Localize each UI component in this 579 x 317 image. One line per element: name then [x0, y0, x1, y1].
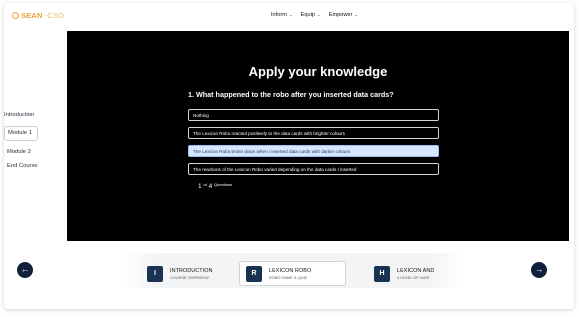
nav-item-label: Equip	[300, 12, 315, 18]
chevron-down-icon: ⌄	[316, 12, 321, 17]
chevron-down-icon: ⌄	[288, 12, 293, 17]
carousel-card-lexicon-robo[interactable]: R LEXICON ROBO ROBO GAME & QUIZ	[239, 261, 346, 286]
carousel-card-lexicon-and[interactable]: H LEXICON AND 4 LEVEL OF HATE	[374, 262, 434, 286]
brand-name-primary: SEAN	[21, 11, 43, 20]
sidebar-item-module-1[interactable]: Module 1	[4, 126, 38, 141]
sidebar-item-introduction[interactable]: Introduction	[4, 108, 64, 122]
question-of: of	[203, 182, 207, 187]
header: SEAN -CSO Inform ⌄ Equip ⌄ Empower ⌄	[4, 3, 574, 29]
brand-logo[interactable]: SEAN -CSO	[12, 11, 64, 20]
answer-option[interactable]: Nothing	[188, 109, 439, 121]
nav-item-inform[interactable]: Inform ⌄	[271, 12, 293, 18]
nav-item-label: Empower	[328, 12, 353, 18]
sidebar-item-module-2[interactable]: Module 2	[4, 145, 64, 159]
sidebar-item-end-course[interactable]: End Course	[4, 159, 64, 173]
card-badge: R	[246, 265, 262, 282]
app-frame: SEAN -CSO Inform ⌄ Equip ⌄ Empower ⌄ Int…	[4, 3, 574, 309]
answer-option-selected[interactable]: The Lexicon Robo broke down when I inser…	[188, 145, 439, 157]
card-subtitle: ROBO GAME & QUIZ	[269, 274, 308, 280]
answer-option[interactable]: The reactions of the Lexicon Robo varied…	[188, 163, 439, 175]
brand-name-secondary: -CSO	[44, 11, 65, 20]
question-suffix: Questions	[214, 182, 233, 187]
question-counter: 1 of 4 Questions	[198, 182, 233, 190]
card-badge: I	[147, 266, 163, 282]
quiz-title: Apply your knowledge	[248, 64, 388, 79]
nav-item-empower[interactable]: Empower ⌄	[329, 12, 358, 18]
question-total: 4	[208, 183, 213, 190]
quiz-question: 1. What happened to the robo after you i…	[188, 90, 394, 99]
card-title: LEXICON AND	[397, 268, 435, 274]
arrow-left-icon[interactable]: ←	[17, 262, 33, 278]
carousel-card-introduction[interactable]: I INTRODUCTION COURSE OVERVIEW	[147, 262, 213, 286]
card-title: INTRODUCTION	[170, 268, 213, 274]
card-subtitle: 4 LEVEL OF HATE	[397, 275, 430, 280]
course-sidebar: Introduction Module 1 Module 2 End Cours…	[4, 108, 64, 173]
arrow-right-icon[interactable]: →	[531, 262, 547, 278]
card-title: LEXICON ROBO	[269, 267, 312, 274]
question-current: 1	[198, 183, 202, 190]
nav-item-label: Inform	[271, 12, 287, 18]
answer-option[interactable]: The Lexicon Robo reacted positively to t…	[188, 127, 439, 139]
logo-ring-icon	[12, 12, 19, 19]
chevron-down-icon: ⌄	[354, 12, 359, 17]
nav-item-equip[interactable]: Equip ⌄	[301, 12, 321, 18]
answer-list: Nothing The Lexicon Robo reacted positiv…	[188, 109, 439, 181]
main-nav: Inform ⌄ Equip ⌄ Empower ⌄	[271, 12, 358, 18]
card-badge: H	[374, 266, 390, 282]
quiz-panel: Apply your knowledge 1. What happened to…	[67, 31, 569, 241]
module-carousel: I INTRODUCTION COURSE OVERVIEW R LEXICON…	[121, 253, 466, 288]
card-subtitle: COURSE OVERVIEW	[170, 275, 209, 280]
